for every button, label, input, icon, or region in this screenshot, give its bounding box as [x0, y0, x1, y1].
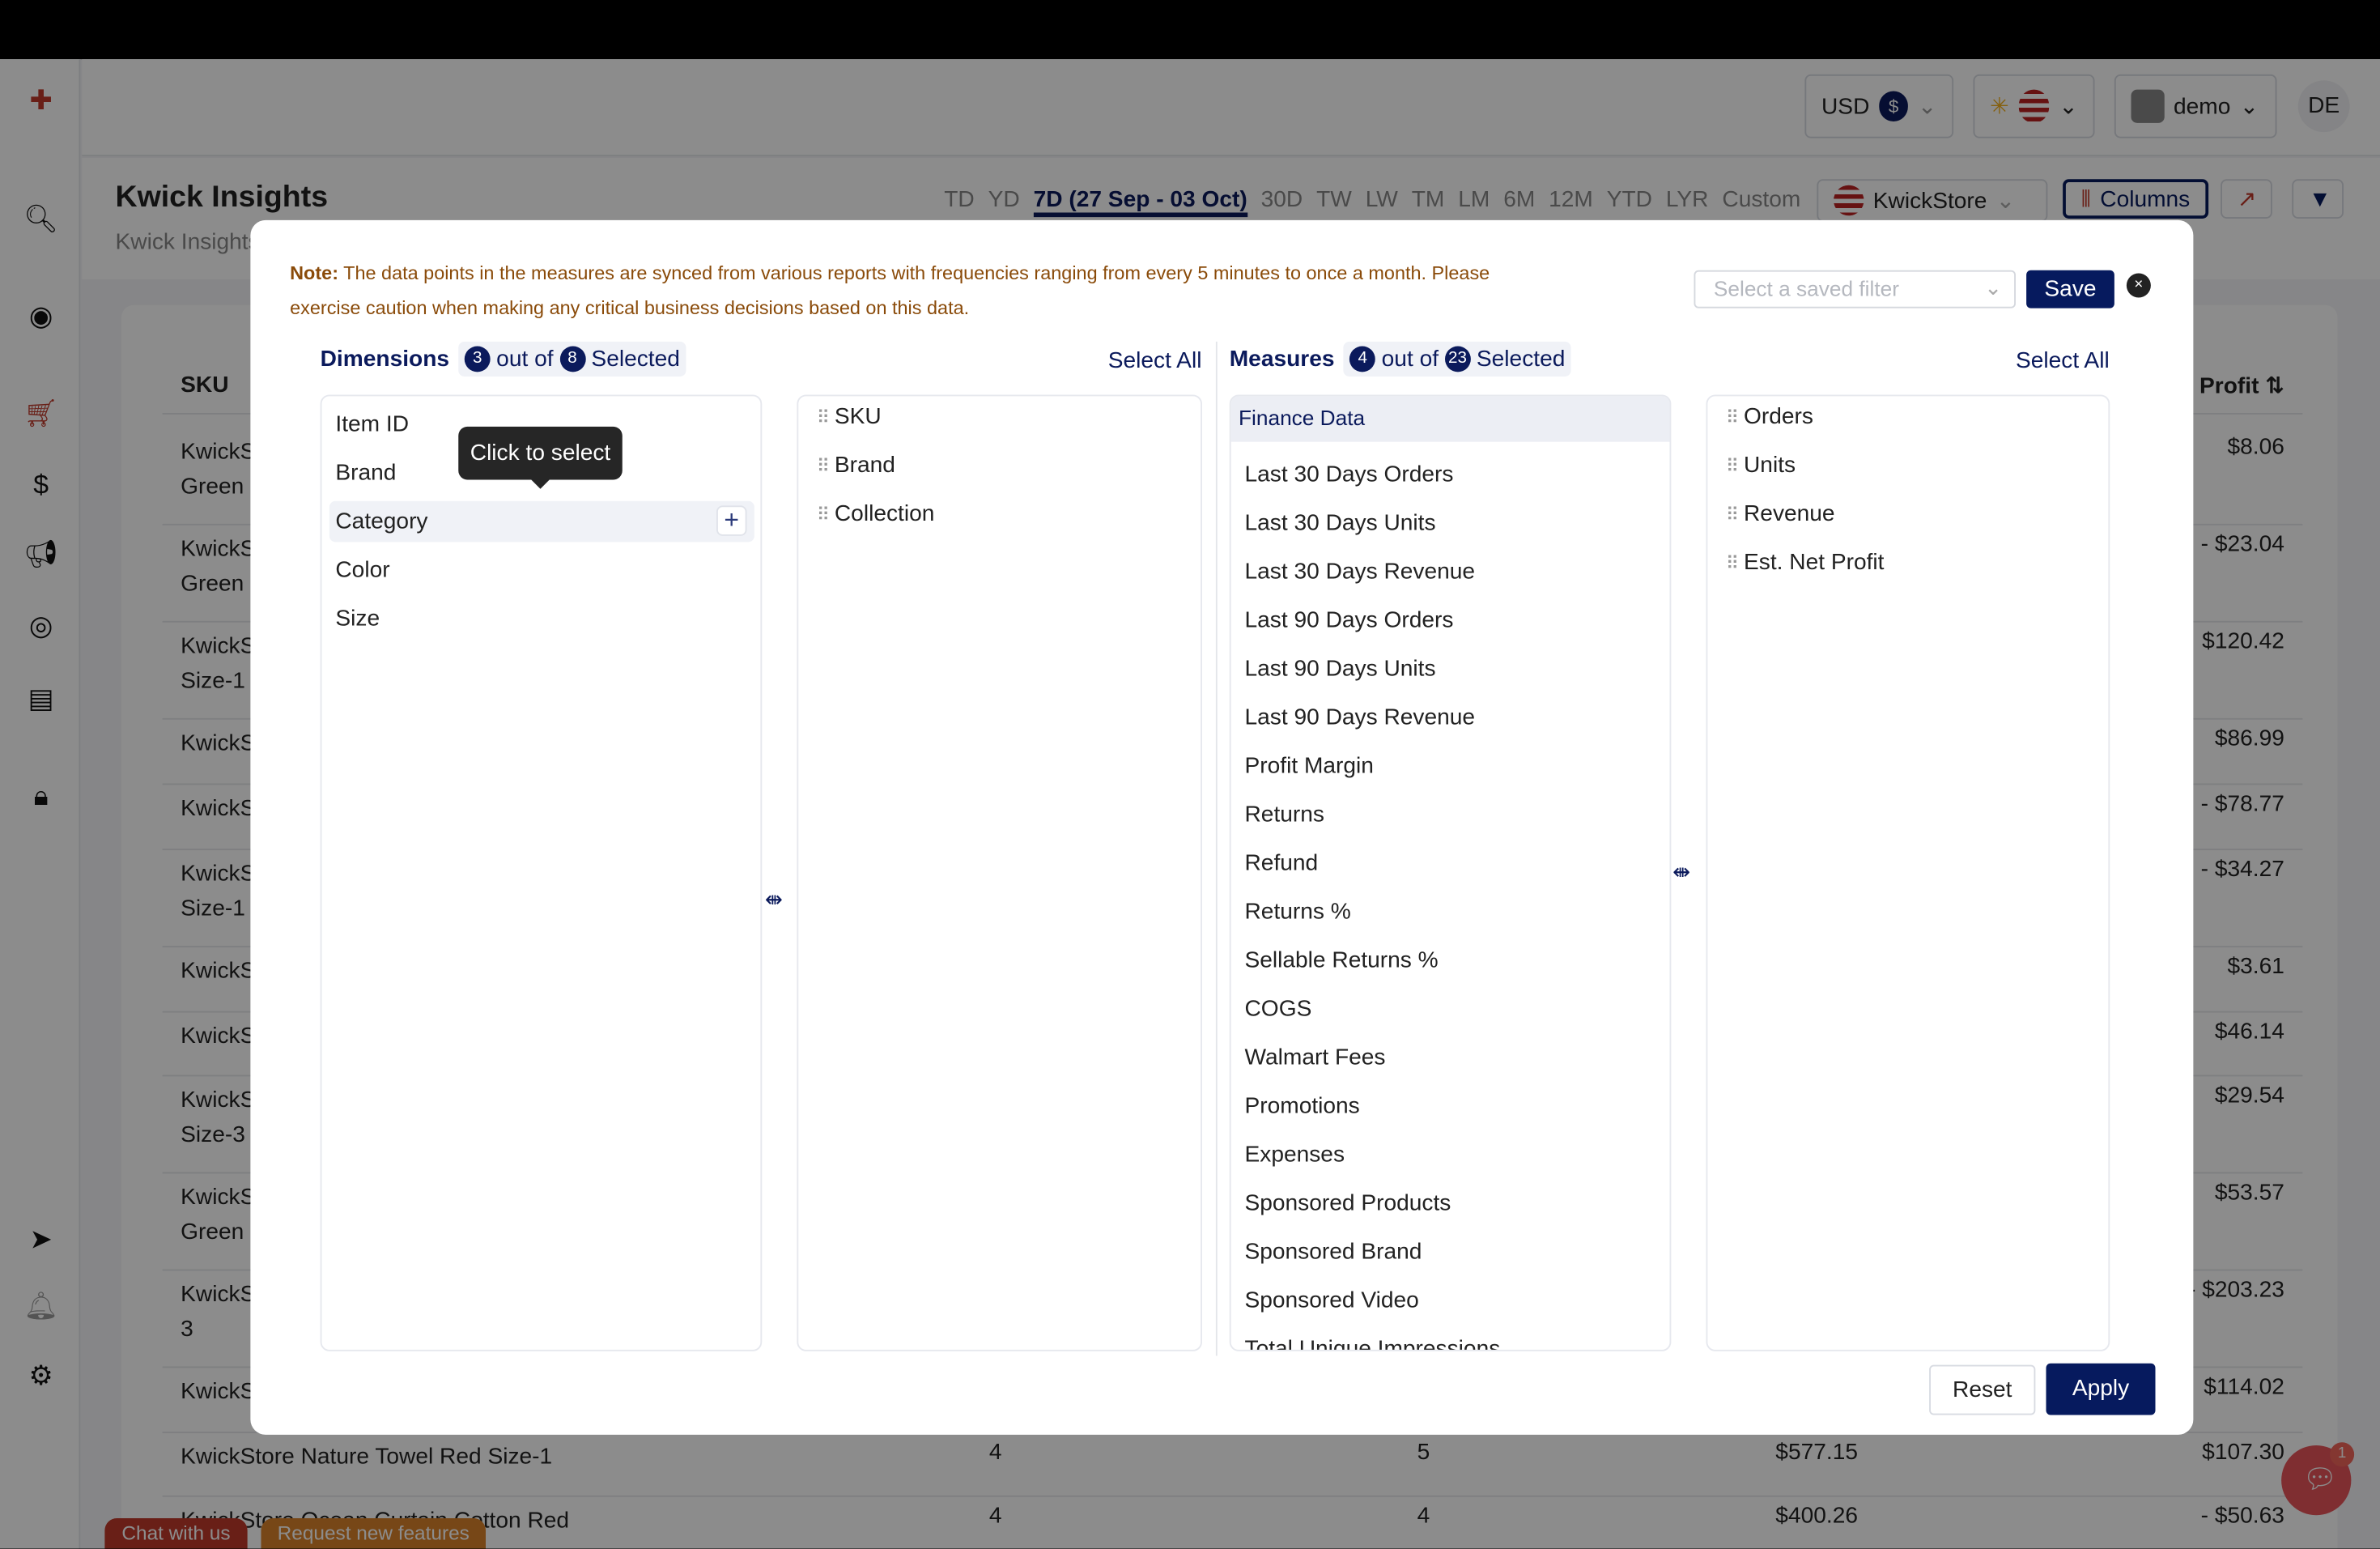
drag-handle-icon[interactable]: ⠿ [817, 456, 830, 477]
selected-measure-label: Units [1743, 452, 1796, 479]
drag-handle-icon[interactable]: ⠿ [1726, 456, 1739, 477]
selected-count: 4 [1349, 346, 1376, 372]
selected-dimension[interactable]: ⠿ Collection [817, 501, 935, 527]
selected-dimensions-list: ⠿ SKU ⠿ Brand ⠿ Collection [797, 394, 1202, 1351]
selected-measure[interactable]: ⠿ Orders [1726, 404, 1813, 430]
measure-option[interactable]: Last 90 Days Units [1245, 656, 1436, 682]
measure-option[interactable]: Last 90 Days Orders [1245, 607, 1454, 633]
measure-option[interactable]: Profit Margin [1245, 753, 1374, 779]
save-filter-button[interactable]: Save [2026, 270, 2114, 309]
measure-option[interactable]: Last 30 Days Revenue [1245, 559, 1476, 585]
measure-option[interactable]: Refund [1245, 850, 1319, 876]
drag-handle-icon[interactable]: ⠿ [817, 407, 830, 428]
dimensions-select-all[interactable]: Select All [1108, 347, 1202, 373]
measures-select-all[interactable]: Select All [2016, 347, 2110, 373]
reset-button[interactable]: Reset [1929, 1364, 2036, 1415]
measure-option[interactable]: Expenses [1245, 1142, 1345, 1168]
drag-handle-icon[interactable]: ⠿ [817, 504, 830, 526]
measure-option[interactable]: Last 90 Days Revenue [1245, 704, 1476, 730]
note-text: The data points in the measures are sync… [290, 262, 1490, 319]
measure-group-header[interactable]: Finance Data [1230, 396, 1670, 442]
dimension-option[interactable]: Color [335, 557, 389, 583]
selected-dimension-label: Brand [834, 452, 895, 479]
selected-measure[interactable]: ⠿ Revenue [1726, 501, 1835, 527]
note-label: Note: [290, 262, 339, 284]
apply-button[interactable]: Apply [2046, 1363, 2156, 1415]
selected-measure-label: Revenue [1743, 500, 1835, 527]
measure-option[interactable]: Sellable Returns % [1245, 947, 1439, 973]
measure-option[interactable]: Last 30 Days Orders [1245, 462, 1454, 487]
selected-dimension-label: Collection [834, 500, 935, 527]
selected-measure[interactable]: ⠿ Units [1726, 453, 1796, 479]
saved-filter-select[interactable]: Select a saved filter ⌄ [1694, 270, 2016, 309]
selected-dimension[interactable]: ⠿ SKU [817, 404, 882, 430]
resize-handle-icon[interactable]: ⇼ [1672, 859, 1690, 885]
measure-option[interactable]: Sponsored Video [1245, 1287, 1419, 1313]
measure-option[interactable]: Sponsored Products [1245, 1190, 1451, 1216]
drag-handle-icon[interactable]: ⠿ [1726, 407, 1739, 428]
measure-option[interactable]: Walmart Fees [1245, 1045, 1386, 1070]
columns-modal: Note: The data points in the measures ar… [250, 219, 2194, 1435]
total-count: 8 [559, 346, 585, 372]
add-icon[interactable]: + [716, 505, 747, 536]
chevron-down-icon: ⌄ [1984, 274, 2003, 300]
total-count: 23 [1444, 346, 1471, 372]
close-icon[interactable]: × [2126, 273, 2151, 298]
drag-handle-icon[interactable]: ⠿ [1726, 553, 1739, 574]
dimension-option[interactable]: Item ID [335, 411, 409, 437]
dimension-option[interactable]: Size [335, 606, 380, 632]
divider [1215, 341, 1218, 1356]
available-measures-list: Finance Data Last 30 Days Orders Last 30 … [1229, 394, 1672, 1351]
measure-option[interactable]: COGS [1245, 996, 1312, 1022]
selected-measures-list: ⠿ Orders ⠿ Units ⠿ Revenue ⠿ Est. Net Profit [1706, 394, 2110, 1351]
measure-option[interactable]: Last 30 Days Units [1245, 510, 1436, 536]
measure-option[interactable]: Sponsored Brand [1245, 1239, 1422, 1265]
selected-dimension-label: SKU [834, 403, 882, 430]
out-of-label: out of [1381, 346, 1439, 372]
dimensions-header: Dimensions 3 out of 8 Selected [320, 341, 686, 377]
measure-option[interactable]: Returns [1245, 802, 1324, 828]
selected-measure-label: Est. Net Profit [1743, 549, 1885, 576]
measure-option[interactable]: Returns % [1245, 899, 1351, 925]
measure-option[interactable]: Promotions [1245, 1093, 1360, 1119]
dimension-option[interactable]: Brand [335, 460, 396, 486]
selected-measure-label: Orders [1743, 403, 1813, 430]
out-of-label: out of [496, 346, 554, 372]
screen: ✚ 🔍︎ ◉ 🛒︎ $ 📢︎ ◎ ▤ 🔒︎ ➤ 🔔︎ ⚙ USD $ ⌄ ✳ ⌄ de… [0, 0, 2380, 1549]
sync-note: Note: The data points in the measures ar… [290, 257, 1535, 326]
drag-handle-icon[interactable]: ⠿ [1726, 504, 1739, 526]
measures-count: 4 out of 23 Selected [1343, 341, 1571, 377]
selected-count: 3 [464, 346, 491, 372]
selected-dimension[interactable]: ⠿ Brand [817, 453, 895, 479]
tooltip: Click to select [458, 426, 623, 489]
available-dimensions-list: + Item ID Brand Category Color Size [320, 394, 763, 1351]
measures-header: Measures 4 out of 23 Selected [1229, 341, 1571, 377]
selected-label: Selected [1476, 346, 1566, 372]
selected-measure[interactable]: ⠿ Est. Net Profit [1726, 550, 1885, 576]
dimensions-title: Dimensions [320, 346, 450, 372]
measures-title: Measures [1229, 346, 1335, 372]
selected-label: Selected [591, 346, 680, 372]
saved-filter-placeholder: Select a saved filter [1713, 276, 1899, 301]
dimensions-count: 3 out of 8 Selected [458, 341, 686, 377]
dimension-option[interactable]: Category [335, 509, 427, 534]
measure-option[interactable]: Total Unique Impressions [1245, 1336, 1501, 1350]
resize-handle-icon[interactable]: ⇼ [765, 887, 783, 913]
